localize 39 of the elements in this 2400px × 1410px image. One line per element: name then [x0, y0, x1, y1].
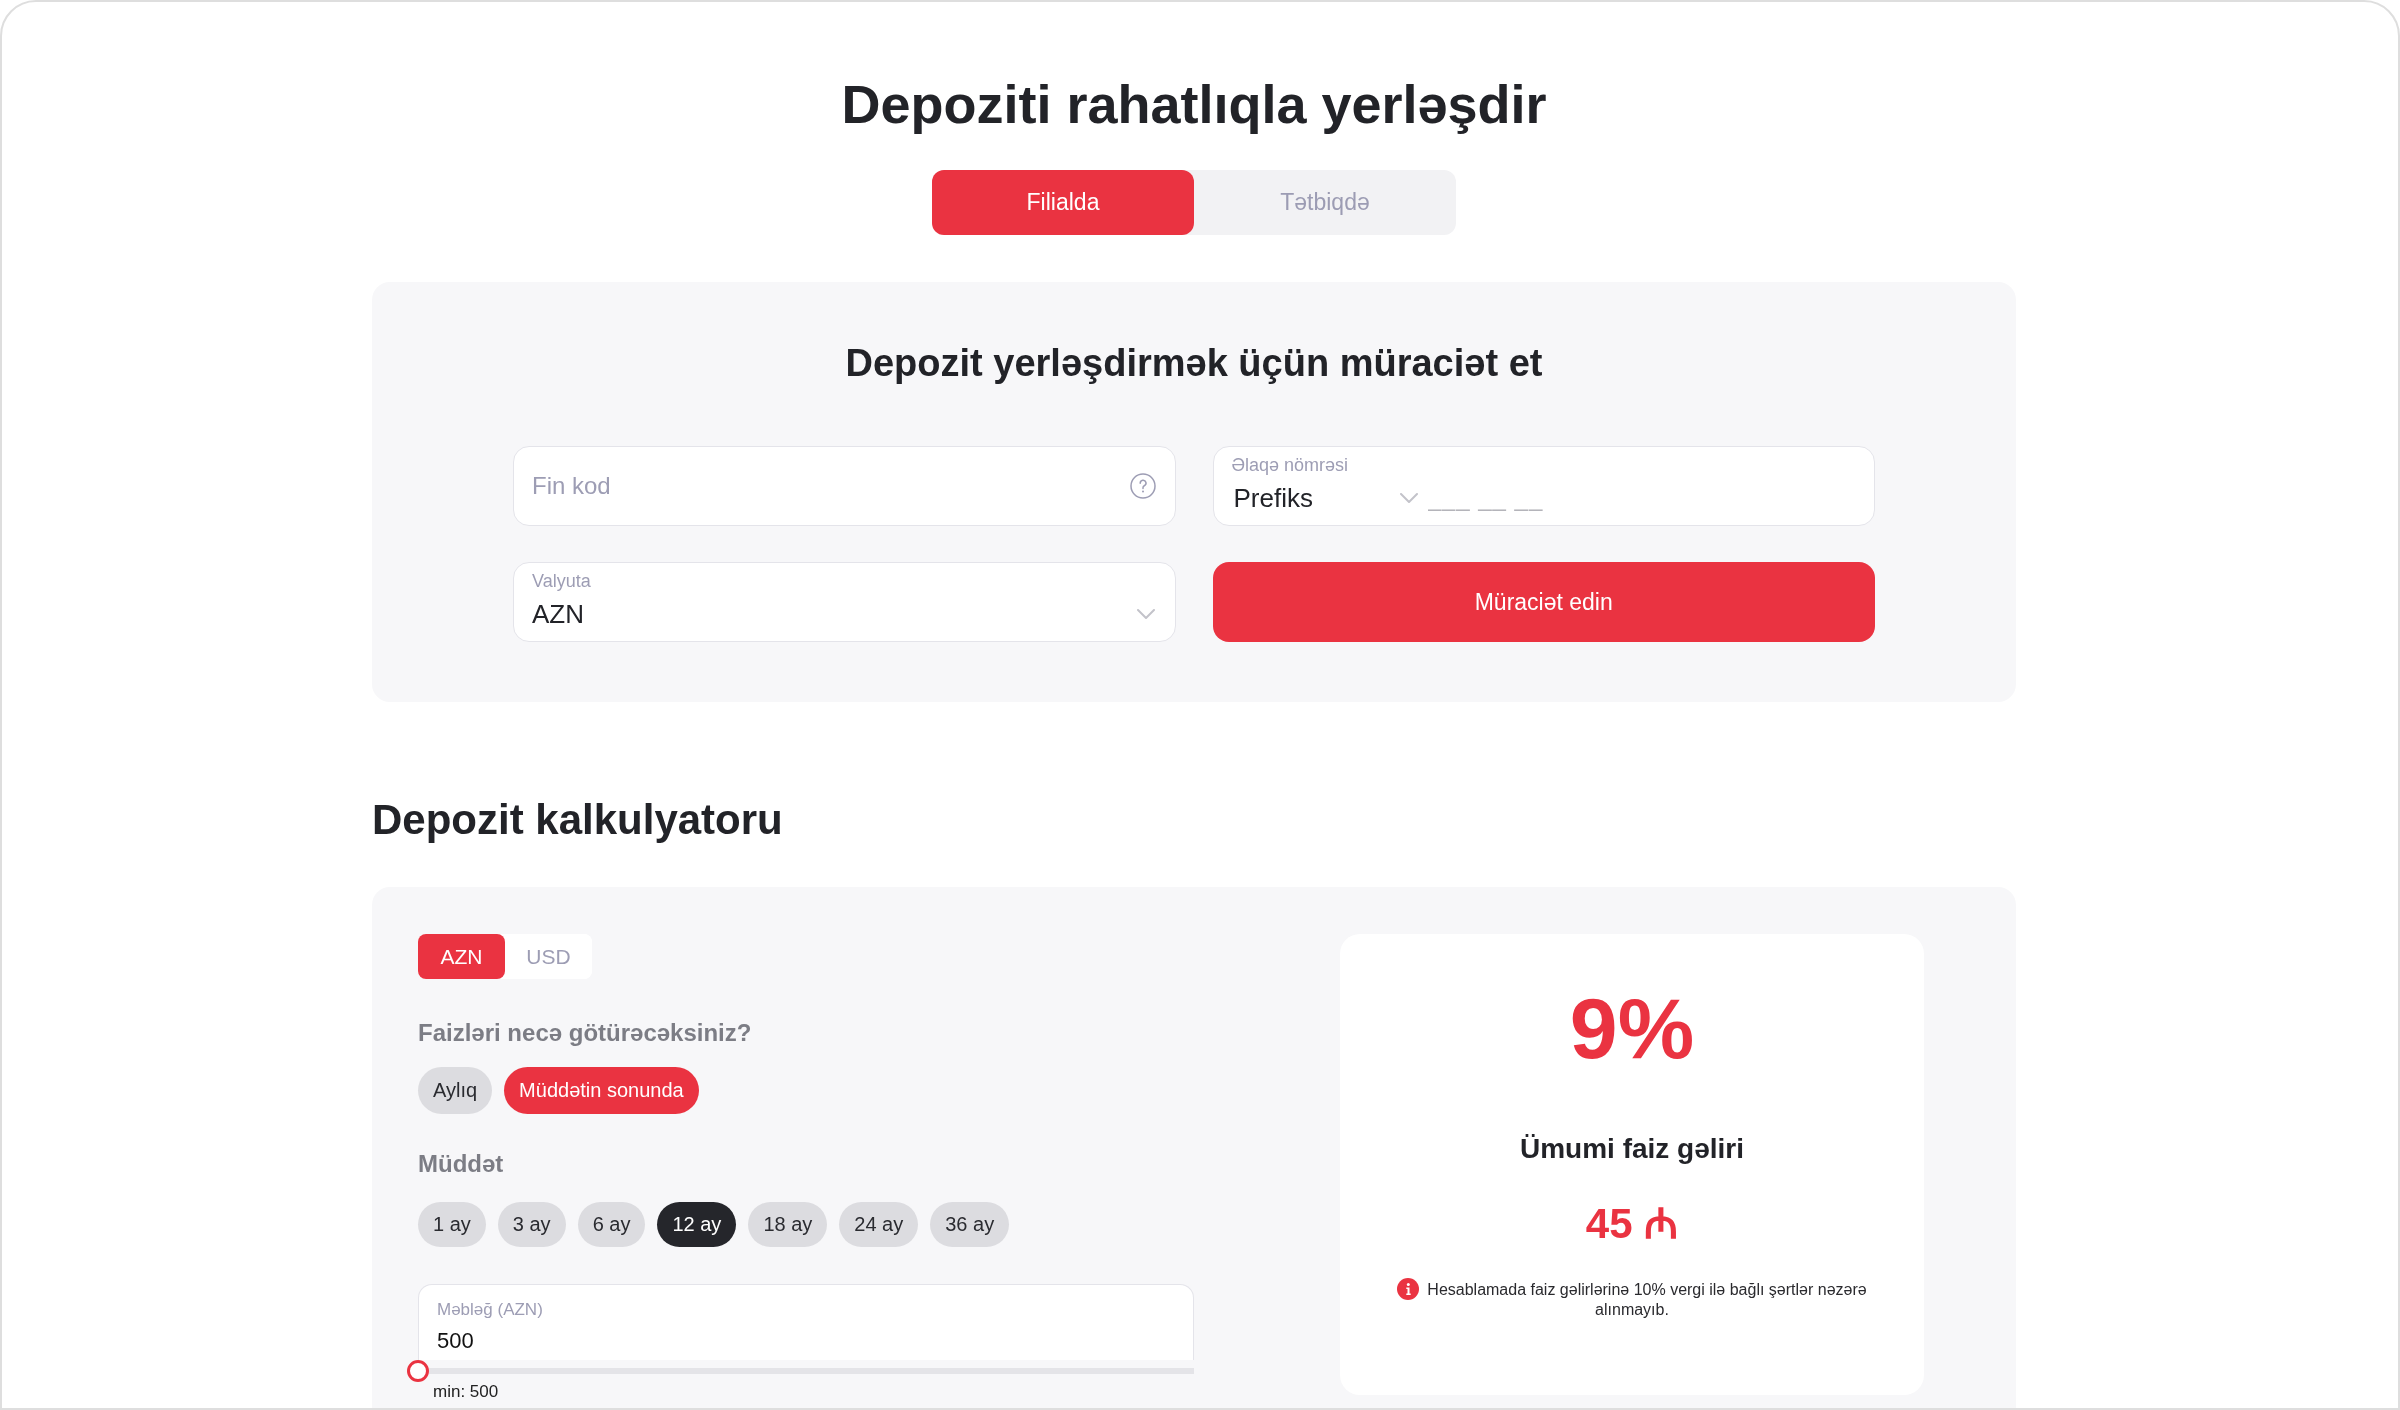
- rate-value: 9%: [1569, 985, 1695, 1071]
- phone-field[interactable]: Əlaqə nömrəsi Prefiks ___ __ __: [1212, 446, 1875, 526]
- term-option[interactable]: 6 ay: [577, 1202, 646, 1247]
- income-label: Ümumi faiz gəliri: [1519, 1132, 1744, 1166]
- term-option[interactable]: 36 ay: [930, 1202, 1010, 1247]
- submit-button[interactable]: Müraciət edin: [1212, 562, 1875, 642]
- help-icon[interactable]: [1129, 473, 1156, 499]
- select-value: AZN: [532, 598, 584, 630]
- min-label: min: 500: [433, 1382, 499, 1402]
- field-label: Əlaqə nömrəsi: [1231, 454, 1349, 476]
- phone-number-input[interactable]: ___ __ __: [1427, 482, 1854, 514]
- term-option[interactable]: 12 ay: [657, 1202, 737, 1247]
- term-option[interactable]: 1 ay: [418, 1202, 486, 1247]
- currency-tab[interactable]: AZN: [418, 934, 505, 979]
- tab[interactable]: Filialda: [932, 170, 1194, 235]
- payout-question: Faizləri necə götürəcəksiniz?: [418, 1019, 752, 1047]
- tax-note: Hesablamada faiz gəlirlərinə 10% vergi ilə bağlı şərtlər nəzərə alınmayıb.: [1427, 1281, 1867, 1318]
- form-title: Depozit yerləşdirmək üçün müraciət et: [844, 341, 1544, 386]
- field-label: Valyuta: [532, 570, 591, 592]
- amount-input[interactable]: 500: [437, 1326, 637, 1356]
- chevron-down-icon: [1136, 609, 1155, 619]
- field-label: Məbləğ (AZN): [437, 1300, 543, 1320]
- term-label: Müddət: [418, 1150, 504, 1178]
- payout-option[interactable]: Müddətin sonunda: [504, 1067, 699, 1114]
- page-title: Depoziti rahatlıqla yerləşdir: [841, 73, 1547, 136]
- chevron-down-icon: [1399, 493, 1418, 503]
- income-value: 45 ₼: [1585, 1200, 1679, 1248]
- term-option[interactable]: 24 ay: [839, 1202, 919, 1247]
- info-icon: [1397, 1278, 1420, 1300]
- select-field[interactable]: Valyuta AZN: [513, 562, 1176, 642]
- payout-option[interactable]: Aylıq: [418, 1067, 493, 1114]
- prefix-select[interactable]: Prefiks: [1231, 482, 1418, 514]
- term-option[interactable]: 18 ay: [748, 1202, 828, 1247]
- text-field[interactable]: Fin kod: [513, 446, 1176, 526]
- amount-field[interactable]: Məbləğ (AZN) 500: [418, 1284, 1194, 1360]
- section-title: Depozit kalkulyatoru: [372, 795, 784, 845]
- slider-thumb[interactable]: [407, 1360, 429, 1382]
- slider-track[interactable]: [407, 1360, 1194, 1382]
- term-option[interactable]: 3 ay: [497, 1202, 566, 1247]
